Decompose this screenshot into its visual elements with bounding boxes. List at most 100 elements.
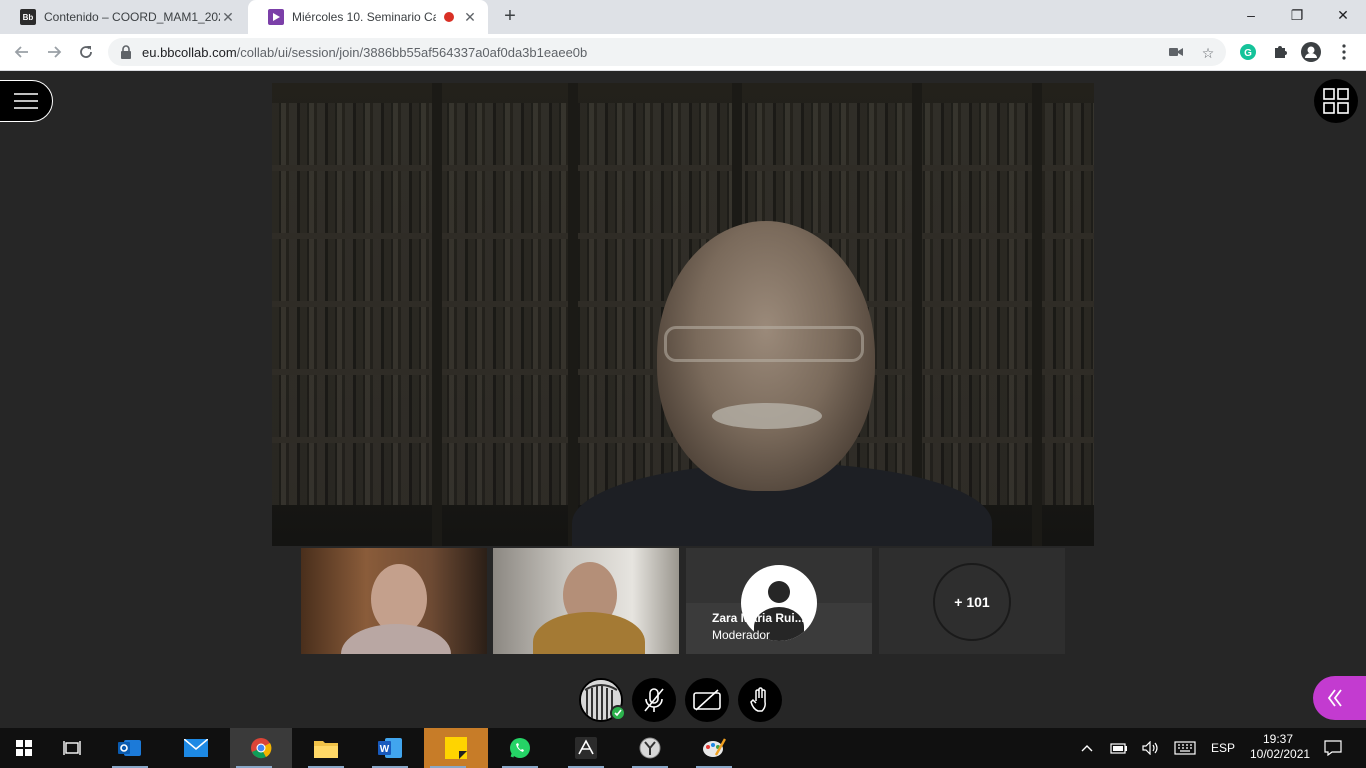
grid-view-button[interactable] xyxy=(1314,79,1358,123)
taskbar-acrobat[interactable] xyxy=(562,728,610,768)
microphone-muted-icon xyxy=(644,688,664,712)
bookshelf-row xyxy=(272,103,1094,165)
mail-icon xyxy=(184,739,208,757)
raise-hand-button[interactable] xyxy=(738,678,782,722)
chevron-up-icon xyxy=(1081,745,1093,752)
browser-tab-strip: Bb Contenido – COORD_MAM1_2020 ✕ Miércol… xyxy=(0,0,1366,34)
chrome-menu-icon[interactable] xyxy=(1334,42,1354,62)
clock-time: 19:37 xyxy=(1262,732,1294,746)
outlook-icon xyxy=(118,740,141,756)
participant-video-2[interactable] xyxy=(493,548,679,654)
windows-taskbar: W ESP 19:37 10/02/2021 xyxy=(0,728,1366,768)
main-speaker-video[interactable] xyxy=(272,83,1094,546)
url-path: /collab/ui/session/join/3886bb55af564337… xyxy=(236,44,588,60)
back-button[interactable] xyxy=(10,40,34,64)
participant-body xyxy=(533,612,645,654)
speaker-mustache xyxy=(712,403,822,429)
minimize-button[interactable]: – xyxy=(1228,0,1274,30)
battery-icon xyxy=(1110,743,1127,754)
more-participants-tile[interactable]: + 101 xyxy=(879,548,1065,654)
svg-text:W: W xyxy=(380,744,390,755)
collab-favicon-icon xyxy=(268,9,284,25)
taskbar-chrome[interactable] xyxy=(230,728,292,768)
start-button[interactable] xyxy=(0,728,48,768)
collaborate-session: Zara Maria Rui... Moderador + 101 xyxy=(0,71,1366,728)
taskbar-mail[interactable] xyxy=(172,728,220,768)
grammarly-extension-icon[interactable]: G xyxy=(1238,42,1258,62)
reload-button[interactable] xyxy=(74,40,98,64)
browser-toolbar: eu.bbcollab.com/collab/ui/session/join/3… xyxy=(0,34,1366,71)
battery-status-button[interactable] xyxy=(1108,728,1130,768)
whatsapp-icon xyxy=(510,738,530,758)
more-participants-count: + 101 xyxy=(933,563,1011,641)
camera-icon[interactable] xyxy=(1168,45,1184,61)
moderator-role: Moderador xyxy=(712,628,771,642)
maximize-button[interactable]: ❐ xyxy=(1274,0,1320,30)
profile-avatar-icon[interactable] xyxy=(1301,42,1321,62)
url-text: eu.bbcollab.com/collab/ui/session/join/3… xyxy=(142,45,587,60)
participant-video-1[interactable] xyxy=(301,548,487,654)
folder-icon xyxy=(314,741,338,758)
taskbar-outlook[interactable] xyxy=(106,728,154,768)
microphone-toggle-button[interactable] xyxy=(632,678,676,722)
participant-body xyxy=(341,624,451,654)
lock-icon xyxy=(121,45,131,59)
speaker-glasses xyxy=(664,326,864,362)
url-host: eu.bbcollab.com xyxy=(142,44,237,60)
action-center-button[interactable] xyxy=(1318,728,1348,768)
status-check-icon xyxy=(610,705,626,721)
new-tab-button[interactable]: + xyxy=(498,5,522,29)
moderator-tile[interactable]: Zara Maria Rui... Moderador xyxy=(686,548,872,654)
svg-text:G: G xyxy=(1244,48,1252,59)
taskbar-app-y[interactable] xyxy=(626,728,674,768)
taskbar-file-explorer[interactable] xyxy=(302,728,350,768)
arrow-right-icon xyxy=(48,46,62,58)
close-window-button[interactable]: ✕ xyxy=(1320,0,1366,30)
word-icon: W xyxy=(378,738,402,758)
hand-icon xyxy=(750,687,766,712)
shelf-post xyxy=(568,83,578,546)
reload-icon xyxy=(80,46,92,58)
open-collaborate-panel-button[interactable] xyxy=(1313,676,1366,720)
forward-button[interactable] xyxy=(42,40,66,64)
tab-title: Contenido – COORD_MAM1_2020 xyxy=(44,10,220,24)
address-bar[interactable]: eu.bbcollab.com/collab/ui/session/join/3… xyxy=(108,38,1226,66)
task-view-icon xyxy=(63,741,81,755)
chrome-icon xyxy=(251,738,272,759)
speaker-icon xyxy=(1142,741,1158,755)
tab-close-icon[interactable]: ✕ xyxy=(220,9,236,26)
task-view-button[interactable] xyxy=(48,728,96,768)
windows-logo-icon xyxy=(16,740,32,756)
tab-seminario[interactable]: Miércoles 10. Seminario Castilla ✕ xyxy=(248,0,488,34)
session-menu-button[interactable] xyxy=(0,80,53,122)
input-language-button[interactable]: ESP xyxy=(1206,728,1240,768)
tab-close-icon[interactable]: ✕ xyxy=(462,9,478,26)
acrobat-icon xyxy=(575,737,597,759)
taskbar-paint[interactable] xyxy=(690,728,738,768)
app-y-icon xyxy=(639,737,661,759)
touch-keyboard-button[interactable] xyxy=(1172,728,1198,768)
hamburger-menu-icon xyxy=(13,93,38,109)
taskbar-word[interactable]: W xyxy=(366,728,414,768)
tab-contenido[interactable]: Bb Contenido – COORD_MAM1_2020 ✕ xyxy=(0,0,246,34)
blackboard-favicon-icon: Bb xyxy=(20,9,36,25)
shelf-post xyxy=(432,83,442,546)
taskbar-sticky-notes[interactable] xyxy=(424,728,488,768)
bookmark-star-icon[interactable]: ☆ xyxy=(1200,45,1216,61)
grid-layout-icon xyxy=(1323,88,1349,114)
camera-toggle-button[interactable] xyxy=(685,678,729,722)
show-hidden-icons-button[interactable] xyxy=(1076,728,1098,768)
volume-button[interactable] xyxy=(1140,728,1162,768)
moderator-name: Zara Maria Rui... xyxy=(712,611,805,625)
shelf-post xyxy=(1032,83,1042,546)
arrow-left-icon xyxy=(14,46,28,58)
taskbar-whatsapp[interactable] xyxy=(496,728,544,768)
extensions-puzzle-icon[interactable] xyxy=(1270,42,1290,62)
tab-title: Miércoles 10. Seminario Castilla xyxy=(292,10,436,24)
sticky-notes-icon xyxy=(445,737,467,759)
notification-icon xyxy=(1324,740,1342,756)
paint-icon xyxy=(703,738,726,757)
system-clock[interactable]: 19:37 10/02/2021 xyxy=(1250,732,1311,762)
clock-date: 10/02/2021 xyxy=(1250,747,1311,761)
bookshelf-row xyxy=(272,171,1094,233)
